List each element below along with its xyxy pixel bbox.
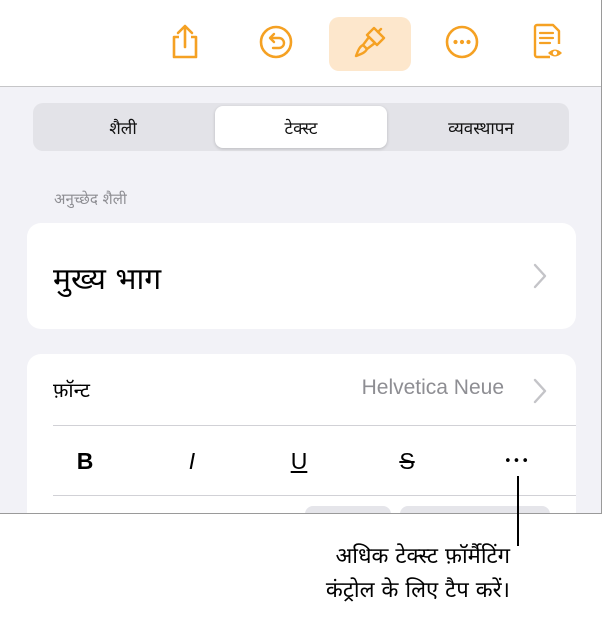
- callout-line-1: अधिक टेक्स्ट फ़ॉर्मैटिंग: [335, 544, 511, 569]
- format-control[interactable]: [305, 506, 391, 513]
- more-icon: [444, 24, 480, 64]
- divider: [53, 425, 576, 426]
- share-icon: [168, 23, 202, 65]
- format-panel: शैली टेक्स्ट व्यवस्थापन अनुच्छेद शैली मु…: [0, 0, 602, 514]
- font-card: फ़ॉन्ट Helvetica Neue B I U S •••: [27, 354, 576, 513]
- tab-style[interactable]: शैली: [37, 106, 209, 148]
- divider: [53, 495, 576, 496]
- bold-button[interactable]: B: [55, 446, 115, 476]
- tab-arrange[interactable]: व्यवस्थापन: [395, 106, 567, 148]
- paragraph-style-row[interactable]: मुख्य भाग: [27, 223, 576, 329]
- undo-icon: [258, 24, 294, 64]
- callout: अधिक टेक्स्ट फ़ॉर्मैटिंग कंट्रोल के लिए …: [190, 540, 510, 608]
- italic-button[interactable]: I: [162, 446, 222, 476]
- font-row[interactable]: फ़ॉन्ट Helvetica Neue: [27, 354, 576, 426]
- font-value: Helvetica Neue: [361, 376, 504, 399]
- toolbar: [0, 0, 601, 87]
- callout-line: [517, 476, 519, 546]
- more-format-button[interactable]: •••: [487, 446, 547, 476]
- more-button[interactable]: [434, 17, 490, 71]
- callout-line-2: कंट्रोल के लिए टैप करें।: [325, 578, 510, 603]
- tab-text[interactable]: टेक्स्ट: [215, 106, 387, 148]
- paragraph-style-card: मुख्य भाग: [27, 223, 576, 329]
- paintbrush-icon: [350, 22, 390, 66]
- undo-button[interactable]: [248, 17, 304, 71]
- paragraph-style-label: अनुच्छेद शैली: [54, 190, 127, 208]
- strikethrough-button[interactable]: S: [377, 446, 437, 476]
- paragraph-style-value: मुख्य भाग: [53, 262, 162, 297]
- chevron-right-icon: [533, 378, 547, 408]
- underline-button[interactable]: U: [269, 446, 329, 476]
- reading-view-button[interactable]: [520, 17, 576, 71]
- share-button[interactable]: [157, 17, 213, 71]
- chevron-right-icon: [533, 263, 547, 293]
- segmented-control: शैली टेक्स्ट व्यवस्थापन: [33, 103, 569, 151]
- font-label: फ़ॉन्ट: [53, 378, 90, 402]
- format-control[interactable]: [400, 506, 550, 513]
- reading-view-icon: [530, 22, 566, 66]
- format-button[interactable]: [329, 17, 411, 71]
